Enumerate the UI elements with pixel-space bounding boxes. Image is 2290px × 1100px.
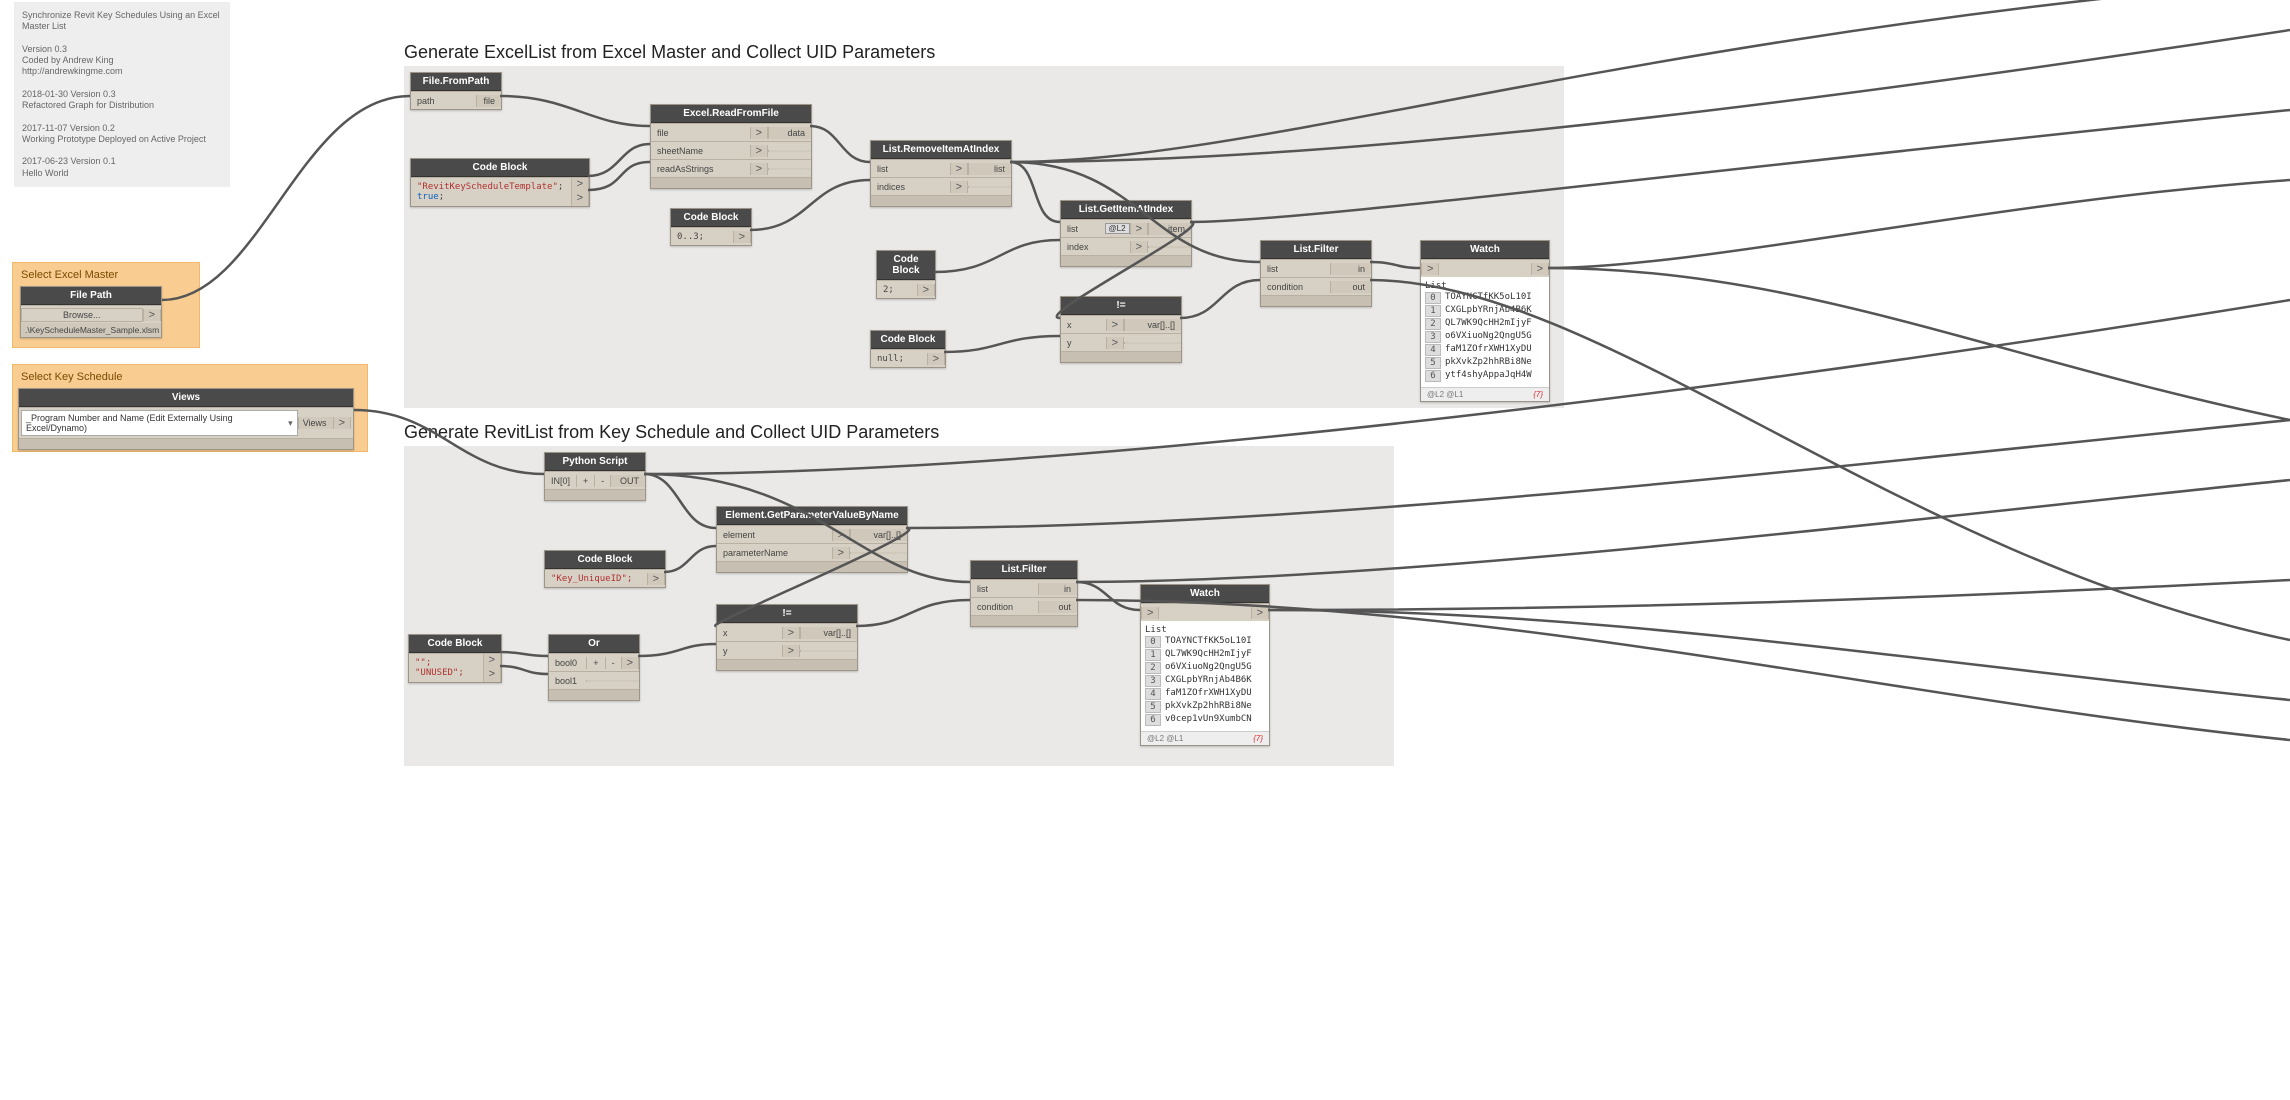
- remove-input-button[interactable]: -: [605, 657, 621, 669]
- add-input-button[interactable]: +: [576, 475, 594, 487]
- node-get-param[interactable]: Element.GetParameterValueByName element>…: [716, 506, 908, 573]
- node-file-path[interactable]: File Path Browse...> .\KeyScheduleMaster…: [20, 286, 162, 338]
- node-watch-1[interactable]: Watch >> List 0TOAYNCTfKK5oL10I 1CXGLpbY…: [1420, 240, 1550, 402]
- group1: [404, 66, 1564, 408]
- node-watch-2[interactable]: Watch >> List 0TOAYNCTfKK5oL10I 1QL7WK9Q…: [1140, 584, 1270, 746]
- node-list-filter-2[interactable]: List.Filter listin conditionout: [970, 560, 1078, 627]
- node-code-block-1[interactable]: Code Block "RevitKeyScheduleTemplate"; t…: [410, 158, 590, 207]
- node-or[interactable]: Or bool0 + - > bool1: [548, 634, 640, 701]
- views-dropdown[interactable]: _Program Number and Name (Edit Externall…: [21, 410, 298, 436]
- lacing-badge[interactable]: @L2: [1105, 223, 1130, 234]
- node-python-script[interactable]: Python Script IN[0] + - OUT: [544, 452, 646, 501]
- node-remove-at-index[interactable]: List.RemoveItemAtIndex list>list indices…: [870, 140, 1012, 207]
- group1-title: Generate ExcelList from Excel Master and…: [404, 42, 935, 63]
- node-code-block-6[interactable]: Code Block "";"UNUSED"; > >: [408, 634, 502, 683]
- node-code-block-2[interactable]: Code Block 0..3;>: [670, 208, 752, 246]
- node-list-filter-1[interactable]: List.Filter listin conditionout: [1260, 240, 1372, 307]
- browse-button[interactable]: Browse...: [21, 308, 143, 322]
- group2-title: Generate RevitList from Key Schedule and…: [404, 422, 939, 443]
- node-code-block-3[interactable]: Code Block 2;>: [876, 250, 936, 299]
- node-not-equal-2[interactable]: != x>var[]..[] y>: [716, 604, 858, 671]
- file-path-value: .\KeyScheduleMaster_Sample.xlsm: [21, 323, 161, 337]
- add-input-button[interactable]: +: [586, 657, 604, 669]
- remove-input-button[interactable]: -: [594, 475, 610, 487]
- info-title: Synchronize Revit Key Schedules Using an…: [22, 10, 222, 33]
- out-chevron[interactable]: >: [143, 309, 161, 321]
- chevron-down-icon: ▾: [288, 418, 293, 429]
- node-get-at-index[interactable]: List.GetItemAtIndex list@L2>item index>: [1060, 200, 1192, 267]
- info-panel: Synchronize Revit Key Schedules Using an…: [14, 2, 230, 187]
- node-code-block-4[interactable]: Code Block null;>: [870, 330, 946, 368]
- node-code-block-5[interactable]: Code Block "Key_UniqueID";>: [544, 550, 666, 588]
- node-views[interactable]: Views _Program Number and Name (Edit Ext…: [18, 388, 354, 450]
- node-file-from-path[interactable]: File.FromPath pathfile: [410, 72, 502, 110]
- node-not-equal-1[interactable]: != x>var[]..[] y>: [1060, 296, 1182, 363]
- node-excel-read[interactable]: Excel.ReadFromFile file>data sheetName> …: [650, 104, 812, 189]
